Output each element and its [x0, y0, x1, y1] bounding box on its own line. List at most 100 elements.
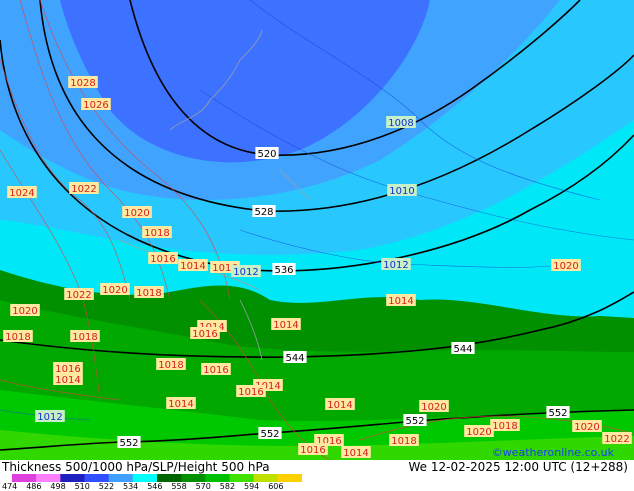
pressure-label-text: 1022	[66, 290, 91, 301]
thickness-label: 544	[451, 342, 475, 355]
pressure-label: 1020	[122, 206, 152, 219]
pressure-label: 1022	[64, 288, 94, 301]
thickness-label-text: 552	[405, 416, 424, 427]
pressure-label-text: 1022	[71, 184, 96, 195]
pressure-label-text: 1016	[203, 365, 228, 376]
pressure-label: 1022	[602, 432, 632, 445]
pressure-label-text: 1024	[9, 188, 34, 199]
pressure-label-text: 1016	[192, 329, 217, 340]
thickness-label: 552	[258, 427, 282, 440]
weather-map: 520 528 536 544 544 552 552 552 552 1028 1026 1024…	[0, 0, 634, 460]
pressure-label-text: 1012	[37, 412, 62, 423]
thickness-label: 520	[255, 147, 279, 160]
pressure-label: 1018	[156, 358, 186, 371]
pressure-label: 1014	[325, 398, 355, 411]
pressure-label-text: 1018	[5, 332, 30, 343]
map-canvas: 520 528 536 544 544 552 552 552 552 1028 1026 1024…	[0, 0, 634, 460]
pressure-label-text: 1014	[180, 261, 205, 272]
pressure-label: 1020	[464, 425, 494, 438]
pressure-label: 1024	[7, 186, 37, 199]
pressure-label: 1018	[142, 226, 172, 239]
scale-swatch	[205, 474, 230, 482]
pressure-label-text: 1020	[466, 427, 491, 438]
pressure-label: 1014	[166, 397, 196, 410]
pressure-label: 1020	[419, 400, 449, 413]
thickness-label-text: 544	[453, 344, 472, 355]
pressure-label: 1018	[490, 419, 520, 432]
scale-swatch	[84, 474, 110, 482]
pressure-label-text: 1018	[391, 436, 416, 447]
thickness-label: 552	[403, 414, 427, 427]
pressure-label: 1028	[68, 76, 98, 89]
scale-swatch	[181, 474, 206, 482]
pressure-label-text: 1020	[102, 285, 127, 296]
pressure-label: 1018	[134, 286, 164, 299]
pressure-label-text: 1020	[12, 306, 37, 317]
pressure-label-text: 1016	[238, 387, 263, 398]
pressure-label: 1018	[70, 330, 100, 343]
thickness-label: 544	[283, 351, 307, 364]
thickness-label-text: 552	[260, 429, 279, 440]
pressure-label: 1012	[231, 265, 261, 278]
pressure-label-text: 1014	[327, 400, 352, 411]
pressure-label: 1020	[551, 259, 581, 272]
thickness-label: 552	[546, 406, 570, 419]
pressure-label-text: 1014	[273, 320, 298, 331]
pressure-label-text: 1012	[383, 260, 408, 271]
pressure-label-text: 1020	[421, 402, 446, 413]
pressure-label: 1020	[100, 283, 130, 296]
pressure-label-text: 1008	[388, 118, 413, 129]
pressure-label: 1016	[298, 443, 328, 456]
pressure-label-text: 1012	[233, 267, 258, 278]
pressure-label-text: 1022	[604, 434, 629, 445]
pressure-label: 1020	[572, 420, 602, 433]
pressure-label-text: 1018	[144, 228, 169, 239]
scale-swatch	[132, 474, 158, 482]
pressure-label: 1014	[386, 294, 416, 307]
thickness-label: 552	[117, 436, 141, 449]
pressure-label: 1012	[35, 410, 65, 423]
scale-swatch	[12, 474, 37, 482]
pressure-label-text: 1014	[343, 448, 368, 459]
thickness-label-text: 520	[257, 149, 276, 160]
pressure-label-text: 1020	[574, 422, 599, 433]
pressure-label-text: 1018	[158, 360, 183, 371]
pressure-label-text: 1018	[136, 288, 161, 299]
pressure-label-text: 1016	[150, 254, 175, 265]
pressure-label-text: 1014	[55, 375, 80, 386]
pressure-label-text: 1018	[72, 332, 97, 343]
pressure-label-text: 1020	[553, 261, 578, 272]
pressure-label: 1016	[148, 252, 178, 265]
pressure-label: 1008	[386, 116, 416, 129]
pressure-label: 1022	[69, 182, 99, 195]
scale-swatch	[157, 474, 182, 482]
color-scale-bar	[12, 474, 302, 482]
scale-swatch	[253, 474, 279, 482]
scale-swatch	[60, 474, 85, 482]
pressure-label: 1016	[201, 363, 231, 376]
pressure-label-text: 1020	[124, 208, 149, 219]
pressure-label: 1014	[178, 259, 208, 272]
scale-swatch	[108, 474, 134, 482]
pressure-label-text: 1018	[492, 421, 517, 432]
pressure-label-text: 1014	[168, 399, 193, 410]
pressure-label: 1018	[3, 330, 33, 343]
map-title: Thickness 500/1000 hPa/SLP/Height 500 hP…	[2, 460, 270, 474]
pressure-label: 1016	[236, 385, 266, 398]
pressure-label: 1014	[341, 446, 371, 459]
thickness-label-text: 552	[119, 438, 138, 449]
pressure-label: 1012	[381, 258, 411, 271]
pressure-label: 1018	[389, 434, 419, 447]
map-datetime: We 12-02-2025 12:00 UTC (12+288)	[408, 460, 628, 474]
pressure-label: 1014	[271, 318, 301, 331]
scale-swatch	[277, 474, 302, 482]
pressure-label: 1026	[81, 98, 111, 111]
pressure-label: 1014	[53, 373, 83, 386]
thickness-label-text: 544	[285, 353, 304, 364]
pressure-label-text: 1028	[70, 78, 95, 89]
footer-bar: Thickness 500/1000 hPa/SLP/Height 500 hP…	[0, 460, 634, 491]
thickness-label-text: 552	[548, 408, 567, 419]
thickness-label-text: 536	[274, 265, 293, 276]
pressure-label: 1010	[387, 184, 417, 197]
thickness-label: 536	[272, 263, 296, 276]
